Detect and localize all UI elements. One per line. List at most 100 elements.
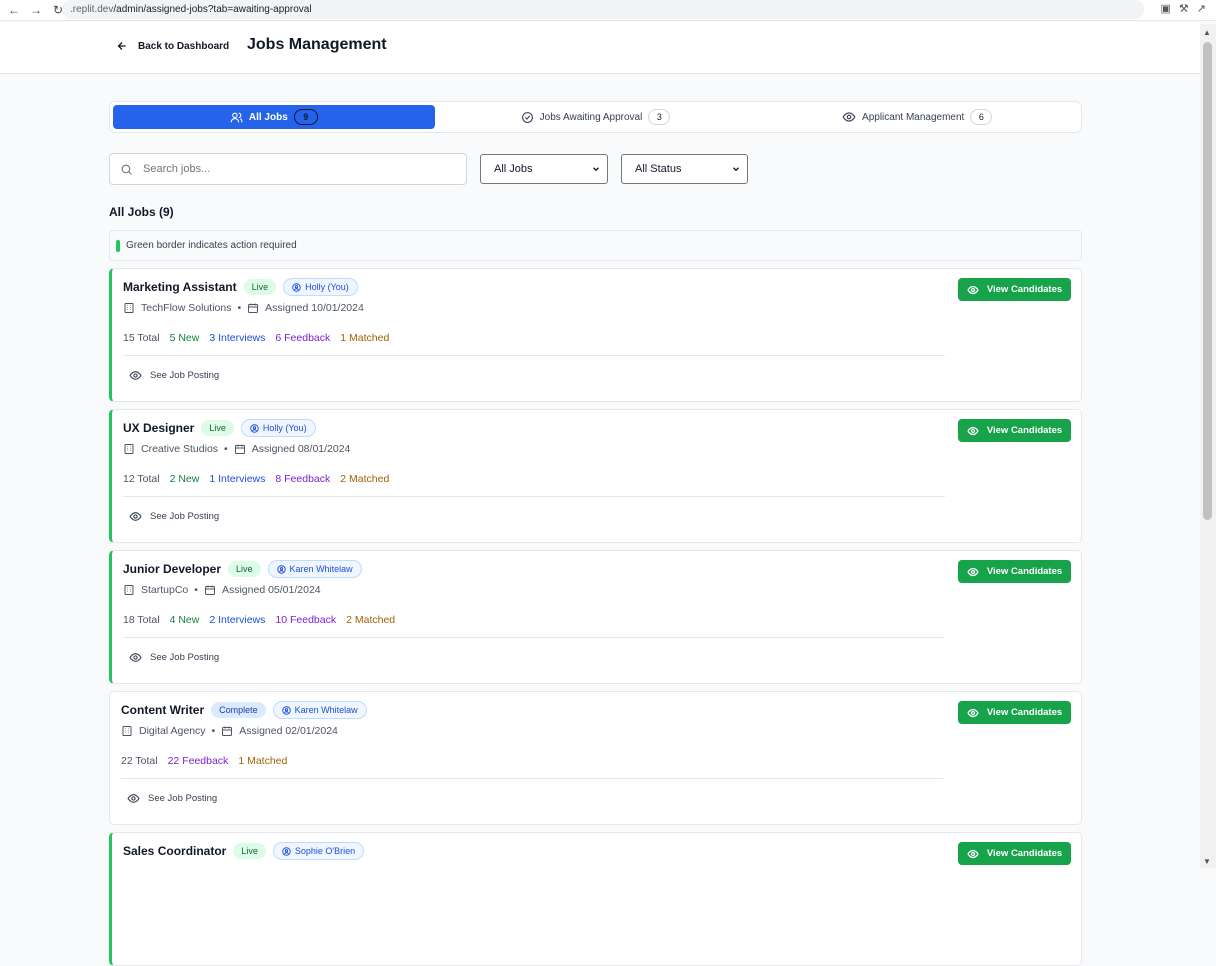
stat-feedback[interactable]: 22 Feedback [168,755,229,767]
company-name: StartupCo [141,584,189,596]
eye-icon [842,112,856,122]
view-candidates-button[interactable]: View Candidates [958,560,1071,583]
jobs-filter-value: All Jobs [494,163,533,175]
job-card: Marketing Assistant Live Holly (You) Tec… [109,268,1082,402]
cast-icon[interactable]: ▣ [1161,2,1171,15]
stat-matched[interactable]: 2 Matched [346,614,395,626]
see-job-posting-link[interactable]: See Job Posting [129,369,219,382]
assigned-date: Assigned 02/01/2024 [239,725,338,737]
assigned-date: Assigned 10/01/2024 [265,302,364,314]
chevron-down-icon [733,167,739,172]
see-job-posting-link[interactable]: See Job Posting [129,651,219,664]
tab-applicant-management[interactable]: Applicant Management 6 [756,105,1078,129]
job-card: Sales Coordinator Live Sophie O'Brien Vi… [109,832,1082,966]
scroll-up-icon[interactable]: ▲ [1203,28,1211,37]
separator-dot: • [237,302,242,314]
job-title: Junior Developer [123,562,222,576]
view-label: View Candidates [986,707,1063,718]
status-filter-select[interactable]: All Status [621,154,748,184]
tab-label: Applicant Management [862,111,965,123]
tab-awaiting-approval[interactable]: Jobs Awaiting Approval 3 [435,105,757,129]
url-prefix: .replit.dev [70,4,114,15]
stat-feedback[interactable]: 8 Feedback [275,473,330,485]
stat-interviews[interactable]: 2 Interviews [209,614,265,626]
owner-badge: Holly (You) [240,419,316,437]
stat-new[interactable]: 4 New [170,614,200,626]
scroll-down-icon[interactable]: ▼ [1203,857,1211,866]
view-candidates-button[interactable]: View Candidates [958,842,1071,865]
divider [121,778,943,779]
search-input[interactable] [143,163,443,175]
view-label: View Candidates [986,425,1063,436]
stat-total: 12 Total [123,473,160,485]
stat-interviews[interactable]: 3 Interviews [209,332,265,344]
job-card: Content Writer Complete Karen Whitelaw D… [109,691,1082,825]
url-path: /admin/assigned-jobs?tab=awaiting-approv… [113,4,312,15]
tab-all-jobs[interactable]: All Jobs 9 [113,105,435,129]
view-candidates-button[interactable]: View Candidates [958,278,1071,301]
browser-toolbar: ← → ↻ .replit.dev/admin/assigned-jobs?ta… [0,0,1216,21]
view-candidates-button[interactable]: View Candidates [958,701,1071,724]
calendar-icon [204,585,215,595]
eye-icon [129,653,142,662]
company-name: Digital Agency [139,725,206,737]
eye-icon [127,794,140,803]
back-to-dashboard-link[interactable]: Back to Dashboard [116,40,229,52]
arrow-left-icon [117,42,126,50]
job-title: Content Writer [121,703,205,717]
status-badge: Live [233,843,266,859]
eye-icon [967,426,979,435]
separator-dot: • [194,584,198,596]
stat-feedback[interactable]: 6 Feedback [275,332,330,344]
building-icon [124,303,134,313]
user-circle-icon [282,846,291,856]
posting-label: See Job Posting [150,511,220,522]
eye-icon [129,512,142,521]
owner-name: Karen Whitelaw [294,705,358,715]
separator-dot: • [211,725,216,737]
search-icon [121,164,132,175]
view-candidates-button[interactable]: View Candidates [958,419,1071,442]
jobs-filter-select[interactable]: All Jobs [480,154,608,184]
scrollbar[interactable]: ▲ ▼ [1200,24,1216,868]
stat-feedback[interactable]: 10 Feedback [275,614,336,626]
company-name: Creative Studios [141,443,219,455]
action-hint: Green border indicates action required [109,230,1082,261]
assigned-date: Assigned 08/01/2024 [251,443,351,455]
eye-icon [129,371,142,380]
calendar-icon [248,303,259,313]
tab-label: All Jobs [248,111,288,123]
status-badge: Complete [211,702,266,718]
back-arrow-icon[interactable]: ← [6,2,22,18]
scroll-thumb[interactable] [1203,42,1212,520]
stat-matched[interactable]: 2 Matched [340,473,389,485]
stat-total: 18 Total [123,614,160,626]
see-job-posting-link[interactable]: See Job Posting [129,510,219,523]
job-title: Sales Coordinator [123,844,227,858]
tab-label: Jobs Awaiting Approval [539,111,643,123]
stat-matched[interactable]: 1 Matched [238,755,287,767]
stat-matched[interactable]: 1 Matched [340,332,389,344]
stat-new[interactable]: 2 New [170,473,200,485]
see-job-posting-link[interactable]: See Job Posting [127,792,217,805]
job-card: UX Designer Live Holly (You) Creative St… [109,409,1082,543]
view-label: View Candidates [986,848,1063,859]
tab-count-badge: 3 [648,109,671,125]
page-header: Back to Dashboard Jobs Management [0,22,1200,74]
page-title: Jobs Management [247,36,387,53]
tools-icon[interactable]: ⚒ [1179,2,1189,15]
user-circle-icon [250,423,259,433]
job-card: Junior Developer Live Karen Whitelaw Sta… [109,550,1082,684]
assigned-date: Assigned 05/01/2024 [221,584,321,596]
view-label: View Candidates [986,566,1063,577]
stat-interviews[interactable]: 1 Interviews [209,473,265,485]
open-external-icon[interactable]: ↗ [1197,2,1206,15]
stat-new[interactable]: 5 New [170,332,200,344]
divider [123,355,945,356]
forward-arrow-icon[interactable]: → [28,2,44,18]
owner-name: Holly (You) [305,282,349,292]
owner-badge: Karen Whitelaw [272,701,367,719]
building-icon [122,726,132,736]
tab-bar: All Jobs 9 Jobs Awaiting Approval 3 Appl… [109,101,1082,133]
address-bar[interactable]: .replit.dev/admin/assigned-jobs?tab=awai… [62,0,1144,19]
